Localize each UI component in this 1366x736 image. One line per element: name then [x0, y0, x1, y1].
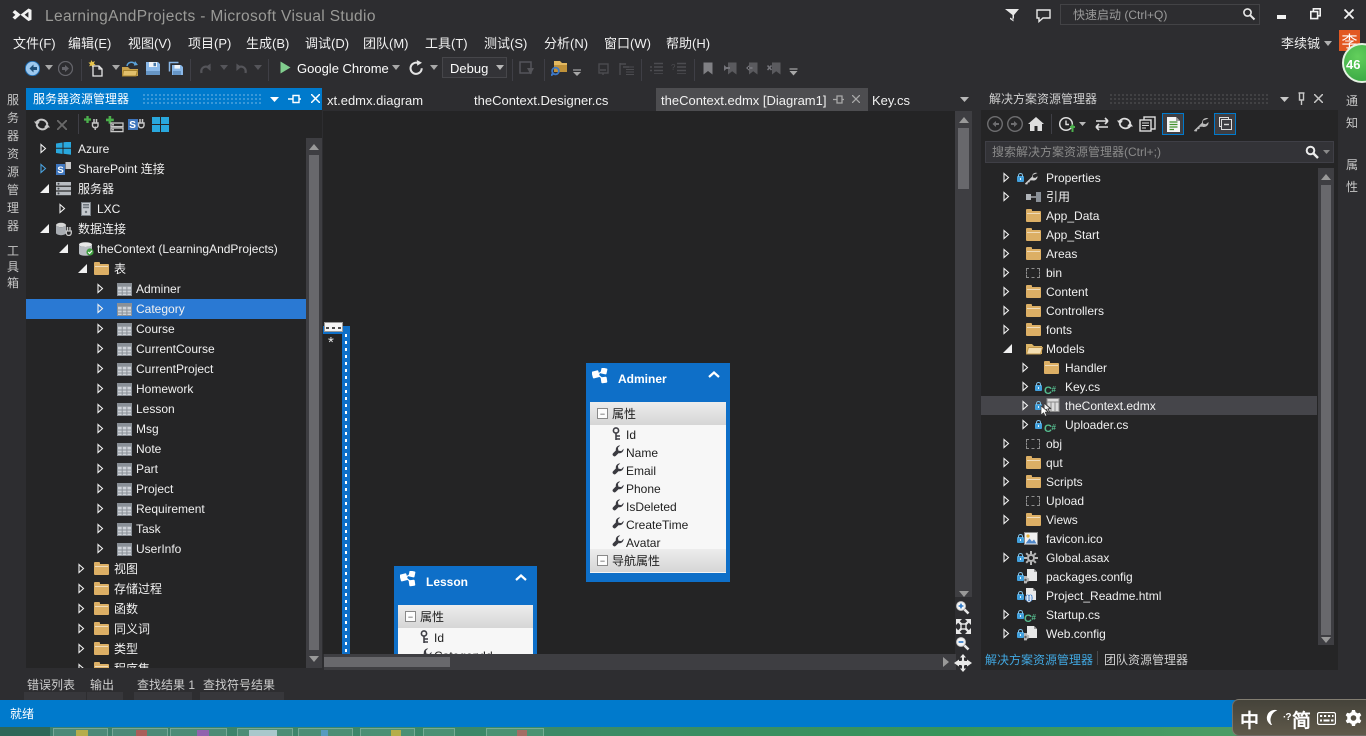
svg-text:?: ?	[671, 63, 676, 72]
svg-text:S: S	[129, 120, 136, 131]
svg-text:S: S	[57, 165, 63, 176]
